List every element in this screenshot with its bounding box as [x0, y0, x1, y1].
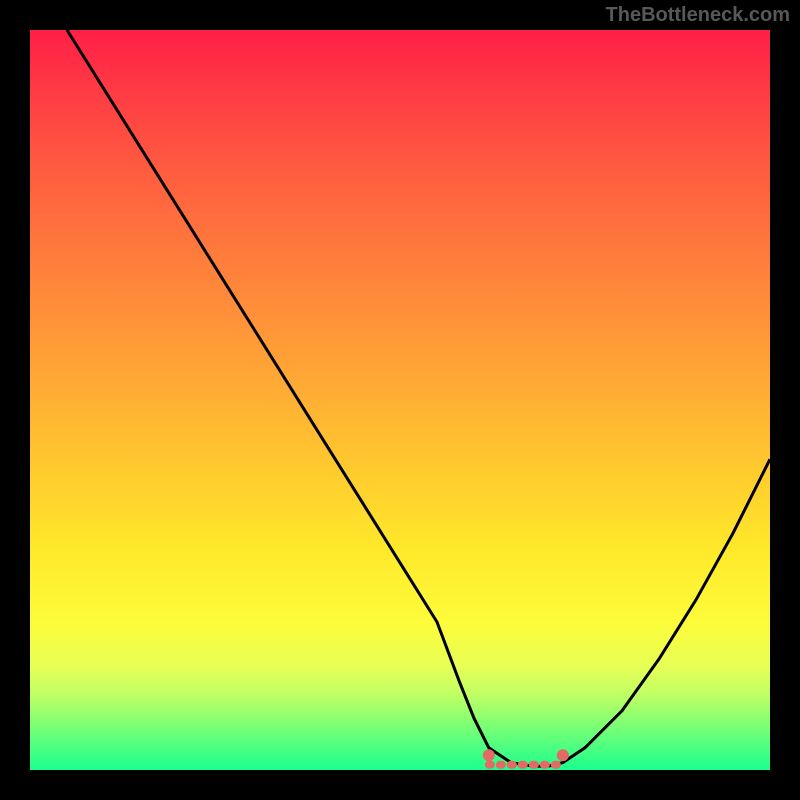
flat-marker-right	[557, 749, 569, 761]
chart-frame: TheBottleneck.com	[0, 0, 800, 800]
watermark-text: TheBottleneck.com	[606, 4, 790, 27]
main-curve	[67, 30, 770, 766]
bottleneck-curve-path	[67, 30, 770, 766]
flat-marker-left	[483, 749, 495, 761]
curve-svg	[30, 30, 770, 770]
plot-area	[30, 30, 770, 770]
